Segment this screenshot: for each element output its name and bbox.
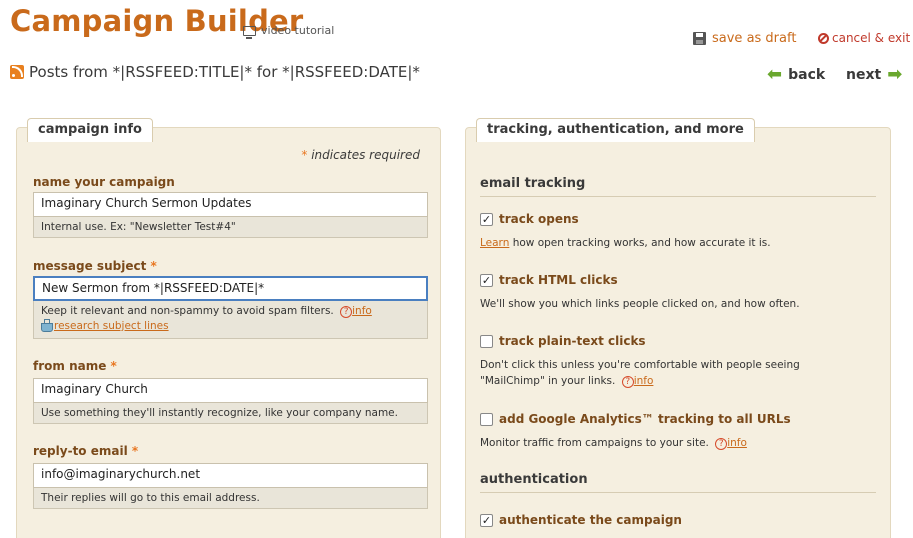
from-name-label: from name * (33, 359, 117, 373)
tracking-panel: tracking, authentication, and more email… (465, 118, 891, 538)
reply-to-label: reply-to email * (33, 444, 138, 458)
track-plain-label: track plain-text clicks (499, 334, 646, 348)
track-plain-desc-line1: Don't click this unless you're comfortab… (480, 359, 800, 371)
track-plain-option[interactable]: track plain-text clicks (480, 334, 646, 348)
track-html-checkbox[interactable]: ✓ (480, 273, 493, 287)
required-note-text: indicates required (311, 148, 420, 162)
campaign-name-help: Internal use. Ex: "Newsletter Test#4" (33, 217, 428, 238)
track-opens-label: track opens (499, 212, 579, 226)
tracking-tab: tracking, authentication, and more (476, 118, 755, 142)
track-plain-info-link[interactable]: info (634, 375, 654, 387)
help-icon: ? (340, 306, 353, 318)
cancel-icon (818, 32, 829, 44)
required-note: * indicates required (301, 148, 420, 162)
save-draft-button[interactable]: save as draft (693, 31, 796, 46)
from-name-label-text: from name (33, 359, 107, 373)
reply-to-input[interactable]: info@imaginarychurch.net (33, 463, 428, 488)
flask-icon (41, 319, 53, 332)
subject-help-text: Keep it relevant and non-spammy to avoid… (41, 305, 334, 317)
track-opens-desc-text: how open tracking works, and how accurat… (512, 237, 771, 249)
analytics-info-link[interactable]: info (727, 437, 747, 449)
video-tutorial-link[interactable]: video tutorial (243, 24, 335, 39)
feed-title: Posts from *|RSSFEED:TITLE|* for *|RSSFE… (10, 63, 420, 81)
authenticate-option[interactable]: ✓ authenticate the campaign (480, 513, 682, 527)
subject-label-text: message subject (33, 259, 147, 273)
authentication-heading: authentication (480, 472, 876, 493)
header: Campaign Builder video tutorial save as … (0, 0, 913, 46)
reply-to-required-star: * (131, 444, 139, 458)
track-opens-checkbox[interactable]: ✓ (480, 212, 493, 226)
cancel-exit-button[interactable]: cancel & exit (818, 31, 910, 45)
track-html-option[interactable]: ✓ track HTML clicks (480, 273, 618, 287)
authenticate-label: authenticate the campaign (499, 513, 682, 527)
track-plain-desc-line2: "MailChimp" in your links. (480, 375, 616, 387)
from-name-input[interactable]: Imaginary Church (33, 378, 428, 403)
rss-icon (10, 65, 24, 79)
from-name-required-star: * (110, 359, 117, 373)
track-opens-option[interactable]: ✓ track opens (480, 212, 579, 226)
arrow-right-icon: ➡ (887, 64, 903, 85)
feed-title-text: Posts from *|RSSFEED:TITLE|* for *|RSSFE… (29, 63, 420, 81)
analytics-option[interactable]: add Google Analytics™ tracking to all UR… (480, 412, 791, 426)
analytics-desc-text: Monitor traffic from campaigns to your s… (480, 437, 709, 449)
save-icon (693, 32, 706, 45)
reply-to-help: Their replies will go to this email addr… (33, 488, 428, 509)
campaign-name-label: name your campaign (33, 175, 175, 189)
arrow-left-icon: ⬅ (767, 64, 783, 85)
campaign-name-label-text: name your campaign (33, 175, 175, 189)
back-label: back (788, 67, 826, 83)
cancel-exit-label: cancel & exit (832, 31, 911, 45)
next-label: next (846, 67, 882, 83)
subject-info-link[interactable]: info (352, 305, 372, 317)
reply-to-label-text: reply-to email (33, 444, 128, 458)
next-button[interactable]: next ➡ (846, 64, 903, 85)
save-draft-label: save as draft (712, 31, 797, 46)
required-star: * (301, 148, 308, 162)
analytics-desc: Monitor traffic from campaigns to your s… (480, 435, 880, 451)
analytics-checkbox[interactable] (480, 412, 493, 426)
authenticate-checkbox[interactable]: ✓ (480, 513, 493, 527)
subject-label: message subject * (33, 259, 157, 273)
subject-required-star: * (150, 259, 157, 273)
track-opens-desc: Learn how open tracking works, and how a… (480, 235, 880, 251)
campaign-info-tab: campaign info (27, 118, 153, 142)
learn-link[interactable]: Learn (480, 237, 509, 249)
track-plain-desc: Don't click this unless you're comfortab… (480, 357, 880, 389)
email-tracking-heading: email tracking (480, 176, 876, 197)
help-icon: ? (621, 376, 634, 388)
analytics-label: add Google Analytics™ tracking to all UR… (499, 412, 791, 426)
subject-input[interactable]: New Sermon from *|RSSFEED:DATE|* (33, 276, 428, 301)
track-html-desc: We'll show you which links people clicke… (480, 298, 800, 310)
back-button[interactable]: ⬅ back (767, 64, 826, 85)
from-name-help: Use something they'll instantly recogniz… (33, 403, 428, 424)
track-plain-checkbox[interactable] (480, 334, 493, 348)
campaign-info-panel: campaign info * indicates required name … (16, 118, 441, 538)
campaign-name-input[interactable]: Imaginary Church Sermon Updates (33, 192, 428, 217)
help-icon: ? (715, 438, 728, 450)
research-subject-lines-link[interactable]: research subject lines (54, 320, 169, 332)
subject-help: Keep it relevant and non-spammy to avoid… (33, 301, 428, 339)
track-html-label: track HTML clicks (499, 273, 618, 287)
video-tutorial-label: video tutorial (261, 24, 335, 37)
monitor-icon (243, 25, 256, 39)
